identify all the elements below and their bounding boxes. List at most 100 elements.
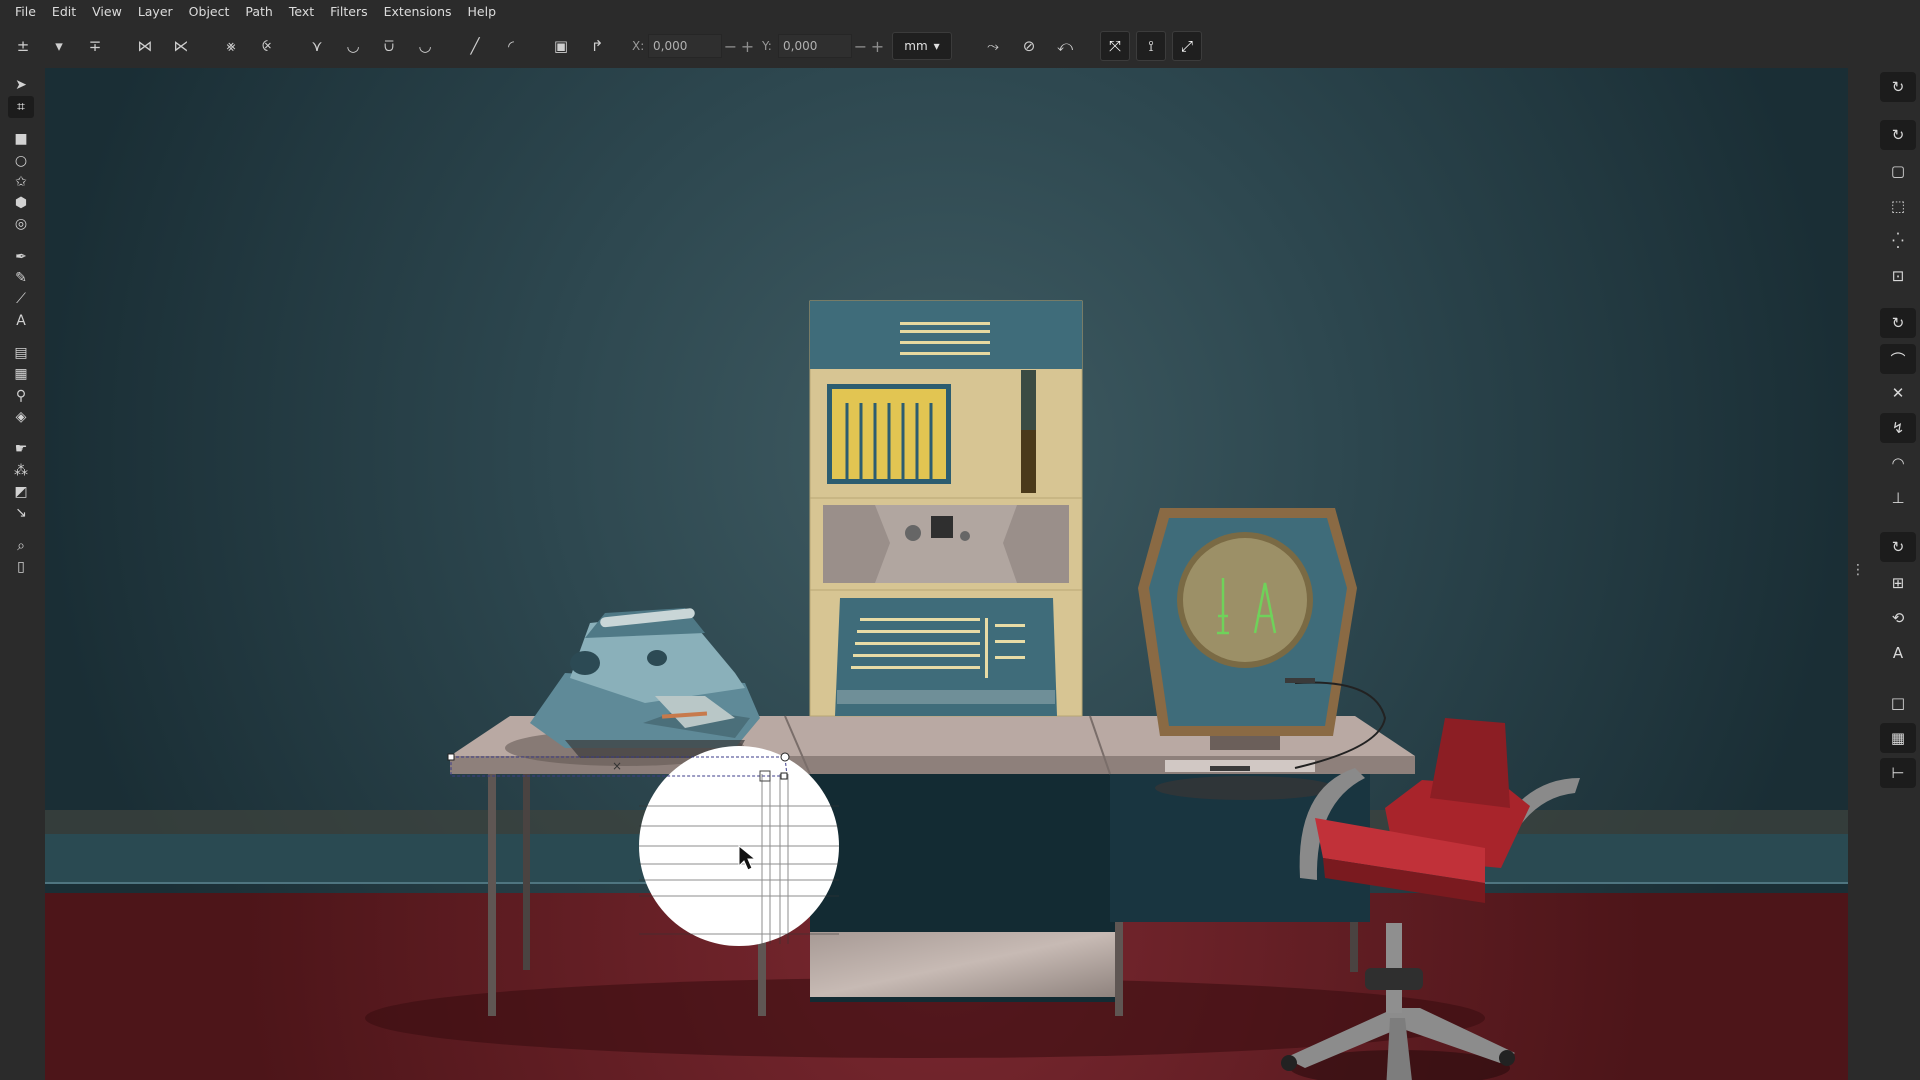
delete-segment-icon[interactable]: ⨴ bbox=[252, 31, 282, 61]
show-handles-icon[interactable]: ⟟ bbox=[1136, 31, 1166, 61]
stroke-to-path-icon[interactable]: ↱ bbox=[582, 31, 612, 61]
menu-edit[interactable]: Edit bbox=[44, 0, 84, 24]
delete-node-icon[interactable]: ∓ bbox=[80, 31, 110, 61]
node-symmetric-icon[interactable]: ⩂ bbox=[374, 31, 404, 61]
node-auto-smooth-icon[interactable]: ◡ bbox=[410, 31, 440, 61]
x-increment-icon[interactable]: + bbox=[741, 37, 754, 56]
toolbox: ➤ ⌗ ■ ○ ✩ ⬢ ◎ ✒ ✎ ⟋ A ▤ ▦ ⚲ ◈ ☛ ⁂ ◩ ↘ ⌕ … bbox=[0, 68, 45, 1080]
node-tool-icon[interactable]: ⌗ bbox=[8, 96, 34, 118]
snap-text-baseline-icon[interactable]: A bbox=[1880, 638, 1916, 668]
snap-path-icon[interactable]: ⌒ bbox=[1880, 344, 1916, 374]
path-effect-icon[interactable]: ⤳ bbox=[978, 31, 1008, 61]
snap-guide-icon[interactable]: ⊢ bbox=[1880, 758, 1916, 788]
desk-leg bbox=[488, 772, 496, 1016]
break-path-icon[interactable]: ⋉ bbox=[166, 31, 196, 61]
computer-top-panel bbox=[810, 301, 1082, 369]
selector-icon[interactable]: ➤ bbox=[8, 74, 34, 96]
y-input[interactable]: 0,000 bbox=[778, 34, 852, 58]
menu-object[interactable]: Object bbox=[181, 0, 238, 24]
menu-filters[interactable]: Filters bbox=[322, 0, 375, 24]
desk-leg bbox=[523, 772, 530, 970]
snap-grid-icon[interactable]: ▦ bbox=[1880, 723, 1916, 753]
snap-others-icon[interactable]: ↻ bbox=[1880, 532, 1916, 562]
segment-curve-icon[interactable]: ◜ bbox=[496, 31, 526, 61]
snap-bbox-center-icon[interactable]: ⊡ bbox=[1880, 261, 1916, 291]
zoom-icon[interactable]: ⌕ bbox=[8, 535, 34, 557]
join-segment-icon[interactable]: ⨳ bbox=[216, 31, 246, 61]
pen-icon[interactable]: ✒ bbox=[8, 246, 34, 268]
box3d-icon[interactable]: ⬢ bbox=[8, 192, 34, 214]
rectangle-icon[interactable]: ■ bbox=[8, 128, 34, 150]
snap-toggle-icon[interactable]: ↻ bbox=[1880, 72, 1916, 102]
menu-view[interactable]: View bbox=[84, 0, 130, 24]
snap-object-center-icon[interactable]: ⊞ bbox=[1880, 568, 1916, 598]
snap-line-midpoint-icon[interactable]: ⊥ bbox=[1880, 483, 1916, 513]
gradient-icon[interactable]: ▤ bbox=[8, 342, 34, 364]
x-input[interactable]: 0,000 bbox=[648, 34, 722, 58]
snap-bbox-icon[interactable]: ↻ bbox=[1880, 120, 1916, 150]
text-tool-icon[interactable]: A bbox=[8, 310, 34, 332]
menu-file[interactable]: File bbox=[7, 0, 44, 24]
insert-node-icon[interactable]: ± bbox=[8, 31, 38, 61]
ellipse-icon[interactable]: ○ bbox=[8, 150, 34, 172]
spiral-icon[interactable]: ◎ bbox=[8, 213, 34, 235]
chevron-down-icon: ▾ bbox=[933, 39, 940, 53]
eraser-icon[interactable]: ◩ bbox=[8, 481, 34, 503]
node-smooth-icon[interactable]: ◡ bbox=[338, 31, 368, 61]
menu-bar: File Edit View Layer Object Path Text Fi… bbox=[0, 0, 1920, 24]
pages-icon[interactable]: ▯ bbox=[8, 556, 34, 578]
x-decrement-icon[interactable]: − bbox=[724, 37, 737, 56]
snap-bbox-corner-icon[interactable]: ⬚ bbox=[1880, 191, 1916, 221]
y-decrement-icon[interactable]: − bbox=[854, 37, 867, 56]
tape-reader-display bbox=[931, 516, 953, 538]
snap-bbox-edge-icon[interactable]: ▢ bbox=[1880, 156, 1916, 186]
panel-handle-icon[interactable]: ⋮ bbox=[1851, 562, 1865, 578]
clip-path-icon[interactable]: ⊘ bbox=[1014, 31, 1044, 61]
drawing-canvas[interactable]: × bbox=[45, 68, 1848, 1080]
pencil-icon[interactable]: ✎ bbox=[8, 267, 34, 289]
illustration: × bbox=[45, 68, 1848, 1080]
unit-value: mm bbox=[904, 39, 928, 53]
menu-help[interactable]: Help bbox=[460, 0, 505, 24]
unit-select[interactable]: mm ▾ bbox=[892, 32, 952, 60]
svg-text:×: × bbox=[612, 759, 622, 773]
tape-knob bbox=[960, 531, 970, 541]
snap-bbox-midpoint-icon[interactable]: ⁛ bbox=[1880, 226, 1916, 256]
tweak-icon[interactable]: ☛ bbox=[8, 438, 34, 460]
mask-path-icon[interactable]: ⤺ bbox=[1050, 31, 1080, 61]
memory-panel-bars bbox=[845, 403, 933, 479]
menu-extensions[interactable]: Extensions bbox=[376, 0, 460, 24]
join-nodes-icon[interactable]: ⋈ bbox=[130, 31, 160, 61]
mesh-icon[interactable]: ▦ bbox=[8, 363, 34, 385]
menu-path[interactable]: Path bbox=[237, 0, 280, 24]
connector-icon[interactable]: ↘ bbox=[8, 502, 34, 524]
tape-knob bbox=[905, 525, 921, 541]
y-coordinate: Y: 0,000 − + bbox=[762, 32, 886, 60]
snap-cusp-icon[interactable]: ↯ bbox=[1880, 413, 1916, 443]
node-cusp-icon[interactable]: ⋎ bbox=[302, 31, 332, 61]
segment-line-icon[interactable]: ╱ bbox=[460, 31, 490, 61]
transform-handles-icon[interactable]: ⤧ bbox=[1100, 31, 1130, 61]
paint-bucket-icon[interactable]: ◈ bbox=[8, 406, 34, 428]
snap-intersection-icon[interactable]: ✕ bbox=[1880, 378, 1916, 408]
menu-layer[interactable]: Layer bbox=[130, 0, 181, 24]
insert-node-dropdown-icon[interactable]: ▾ bbox=[44, 31, 74, 61]
console-ledge bbox=[837, 690, 1055, 704]
show-outline-icon[interactable]: ⤢ bbox=[1172, 31, 1202, 61]
status-column-top bbox=[1021, 370, 1036, 430]
snap-rotation-icon[interactable]: ⟲ bbox=[1880, 603, 1916, 633]
star-icon[interactable]: ✩ bbox=[8, 171, 34, 193]
spray-icon[interactable]: ⁂ bbox=[8, 460, 34, 482]
y-increment-icon[interactable]: + bbox=[871, 37, 884, 56]
y-label: Y: bbox=[762, 39, 772, 53]
menu-text[interactable]: Text bbox=[281, 0, 322, 24]
x-coordinate: X: 0,000 − + bbox=[632, 32, 756, 60]
snap-nodes-icon[interactable]: ↻ bbox=[1880, 308, 1916, 338]
calligraphy-icon[interactable]: ⟋ bbox=[8, 288, 34, 310]
computer-base bbox=[810, 932, 1115, 997]
object-to-path-icon[interactable]: ▣ bbox=[546, 31, 576, 61]
tool-controls-bar: ± ▾ ∓ ⋈ ⋉ ⨳ ⨴ ⋎ ◡ ⩂ ◡ ╱ ◜ ▣ ↱ X: 0,000 −… bbox=[0, 24, 1920, 68]
snap-page-border-icon[interactable]: □ bbox=[1880, 688, 1916, 718]
dropper-icon[interactable]: ⚲ bbox=[8, 385, 34, 407]
snap-smooth-icon[interactable]: ◠ bbox=[1880, 448, 1916, 478]
